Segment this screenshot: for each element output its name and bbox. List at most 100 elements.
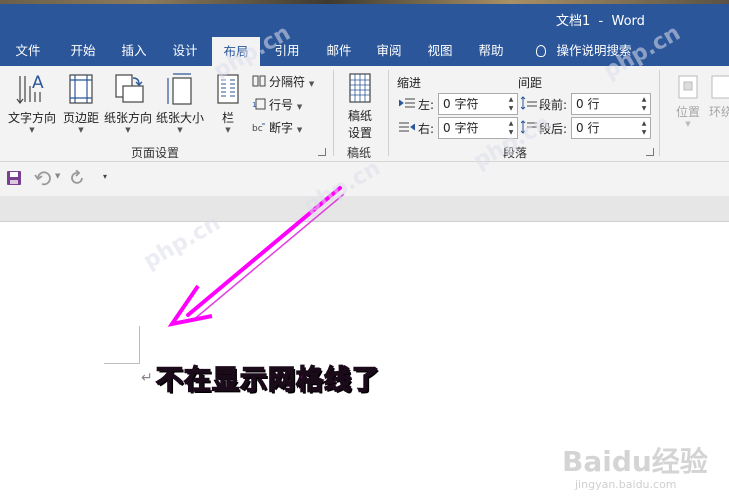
undo-icon[interactable] <box>34 170 52 186</box>
spinner-arrows-icon[interactable]: ▲ ▼ <box>507 119 515 137</box>
line-numbers-label: 行号 <box>269 98 294 112</box>
indent-right-input[interactable]: 0 字符 ▲ ▼ <box>438 117 518 139</box>
spacing-before-icon <box>521 96 537 110</box>
position-icon <box>678 75 698 99</box>
spacing-after-value: 0 行 <box>576 121 600 135</box>
paragraph-dialog-launcher-icon[interactable] <box>646 148 654 156</box>
ribbon-tab-bar: 文件 开始 插入 设计 布局 引用 邮件 审阅 视图 帮助 操作说明搜索 <box>0 36 729 66</box>
columns-icon <box>217 74 239 104</box>
text-direction-button[interactable]: A 文字方向 ▼ <box>6 72 58 134</box>
columns-button[interactable]: 栏 ▼ <box>212 72 244 134</box>
tab-review[interactable]: 审阅 <box>368 36 410 66</box>
group-separator <box>388 70 389 156</box>
page-size-icon <box>167 73 192 105</box>
tab-view[interactable]: 视图 <box>419 36 461 66</box>
tab-design[interactable]: 设计 <box>164 36 206 66</box>
dropdown-arrow-icon: ▼ <box>296 103 303 111</box>
tab-references[interactable]: 引用 <box>267 36 307 66</box>
group-separator <box>659 70 660 156</box>
orientation-label: 纸张方向 <box>104 111 153 125</box>
tab-file[interactable]: 文件 <box>8 36 48 66</box>
dropdown-arrow-icon: ▼ <box>78 126 84 134</box>
tab-home[interactable]: 开始 <box>62 36 104 66</box>
toolbar-gap <box>0 196 729 222</box>
breaks-button[interactable]: 分隔符 ▼ <box>252 73 314 90</box>
tab-insert[interactable]: 插入 <box>113 36 155 66</box>
spacing-after-input[interactable]: 0 行 ▲ ▼ <box>571 117 651 139</box>
margin-corner-mark <box>139 326 140 363</box>
window-title: 文档1 - Word <box>556 14 645 29</box>
quick-access-toolbar <box>0 162 729 196</box>
spacing-before-input[interactable]: 0 行 ▲ ▼ <box>571 93 651 115</box>
svg-text:1: 1 <box>252 101 256 109</box>
wrap-text-label: 环绕 <box>709 105 729 119</box>
undo-dropdown-icon[interactable]: ▼ <box>55 172 60 180</box>
page-setup-dialog-launcher-icon[interactable] <box>318 148 326 156</box>
customize-toolbar-icon[interactable]: ▾ <box>103 172 107 181</box>
indent-right-value: 0 字符 <box>443 121 479 135</box>
manuscript-group-label: 稿纸 <box>347 146 372 160</box>
baidu-watermark: Baidu经验 <box>562 445 708 478</box>
spacing-header: 间距 <box>518 76 543 90</box>
indent-left-value: 0 字符 <box>443 97 479 111</box>
dropdown-arrow-icon: ▼ <box>296 126 303 134</box>
margin-corner-mark <box>104 363 140 364</box>
group-separator <box>333 70 334 156</box>
dropdown-arrow-icon: ▼ <box>29 126 35 134</box>
margins-label: 页边距 <box>62 111 99 125</box>
tell-me-search[interactable]: 操作说明搜索 <box>528 36 640 66</box>
tab-mailings[interactable]: 邮件 <box>318 36 360 66</box>
page-setup-group-label: 页面设置 <box>131 146 180 160</box>
indent-right-icon <box>399 122 415 132</box>
dropdown-arrow-icon: ▼ <box>177 126 183 134</box>
svg-text:A: A <box>32 73 44 93</box>
spacing-after-icon <box>521 120 537 134</box>
repeat-icon[interactable] <box>70 170 86 186</box>
manuscript-label-line1: 稿纸 <box>347 109 372 123</box>
annotation-arrow-icon <box>167 186 345 327</box>
breaks-label: 分隔符 <box>269 75 306 89</box>
tab-layout[interactable]: 布局 <box>212 37 260 66</box>
line-numbers-button[interactable]: 1 行号 ▼ <box>252 96 302 113</box>
lightbulb-icon <box>536 45 547 57</box>
indent-header: 缩进 <box>397 76 422 90</box>
hyphenation-label: 断字 <box>269 121 294 135</box>
indent-left-input[interactable]: 0 字符 ▲ ▼ <box>438 93 518 115</box>
svg-text:bc: bc <box>252 124 263 133</box>
orientation-icon <box>115 74 144 103</box>
background-photo-strip <box>0 0 729 4</box>
manuscript-label-line2: 设置 <box>347 126 372 140</box>
ribbon-layout: A 文字方向 ▼ 页边距 ▼ 纸张方向 ▼ 纸张大小 ▼ 栏 ▼ 分隔符 ▼ 1… <box>0 66 729 162</box>
indent-right-label: 右: <box>418 122 435 136</box>
save-icon[interactable] <box>6 170 22 186</box>
title-bar: 文档1 - Word <box>0 0 729 36</box>
columns-label: 栏 <box>221 111 234 125</box>
spinner-arrows-icon[interactable]: ▲ ▼ <box>640 119 648 137</box>
spacing-after-label: 段后: <box>539 122 568 136</box>
indent-left-icon <box>399 98 415 108</box>
indent-left-label: 左: <box>418 98 435 112</box>
size-label: 纸张大小 <box>155 111 204 125</box>
dropdown-arrow-icon: ▼ <box>225 126 231 134</box>
wrap-text-button[interactable]: 环绕 <box>709 74 729 120</box>
line-numbers-icon: 1 <box>252 98 266 110</box>
size-button[interactable]: 纸张大小 ▼ <box>155 72 205 134</box>
position-button[interactable]: 位置 ▼ <box>670 74 706 128</box>
paragraph-mark-icon: ↵ <box>141 370 153 386</box>
orientation-button[interactable]: 纸张方向 ▼ <box>104 72 152 134</box>
dropdown-arrow-icon: ▼ <box>125 126 131 134</box>
margins-icon <box>69 74 93 104</box>
hyphenation-button[interactable]: bc 断字 ▼ <box>252 119 302 136</box>
text-direction-icon: A <box>16 73 44 104</box>
spinner-arrows-icon[interactable]: ▲ ▼ <box>507 95 515 113</box>
spacing-before-value: 0 行 <box>576 97 600 111</box>
hyphenation-icon: bc <box>252 123 265 133</box>
spinner-arrows-icon[interactable]: ▲ ▼ <box>640 95 648 113</box>
tab-help[interactable]: 帮助 <box>470 36 512 66</box>
breaks-icon <box>252 75 266 87</box>
baidu-url-watermark: jingyan.baidu.com <box>575 478 677 491</box>
manuscript-settings-button[interactable]: 稿纸 设置 <box>340 72 380 141</box>
margins-button[interactable]: 页边距 ▼ <box>60 72 102 134</box>
annotation-text: 不在显示网格线了 <box>155 364 380 397</box>
paragraph-group-label: 段落 <box>503 146 528 160</box>
